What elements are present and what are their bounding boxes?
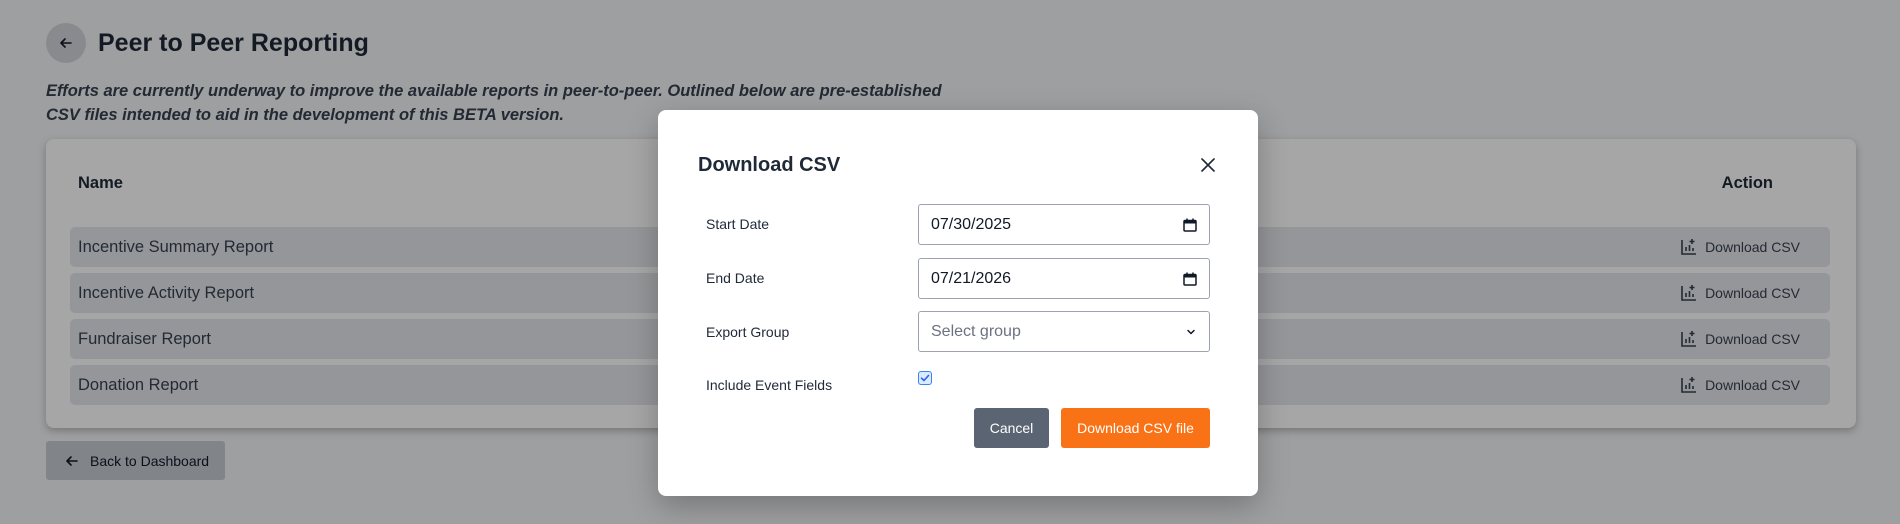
chevron-down-icon [1187,329,1195,334]
export-group-placeholder: Select group [931,322,1021,340]
end-date-label: End Date [706,270,765,286]
cancel-button[interactable]: Cancel [974,408,1049,448]
export-group-label: Export Group [706,324,790,340]
download-csv-modal: Download CSV Start Date 07/30/2025 End D… [658,110,1258,496]
close-button[interactable] [1198,155,1218,175]
include-event-fields-checkbox[interactable] [918,371,932,385]
modal-title: Download CSV [698,154,841,176]
end-date-input[interactable]: 07/21/2026 [918,258,1210,299]
end-date-value: 07/21/2026 [931,269,1012,287]
calendar-icon[interactable] [1183,272,1197,286]
include-event-fields-label: Include Event Fields [706,377,833,393]
start-date-value: 07/30/2025 [931,215,1012,233]
start-date-label: Start Date [706,216,770,232]
calendar-icon[interactable] [1183,218,1197,232]
start-date-input[interactable]: 07/30/2025 [918,204,1210,245]
download-csv-file-button[interactable]: Download CSV file [1061,408,1210,448]
check-icon [920,374,930,382]
export-group-select[interactable]: Select group [918,311,1210,352]
close-icon [1201,158,1215,172]
